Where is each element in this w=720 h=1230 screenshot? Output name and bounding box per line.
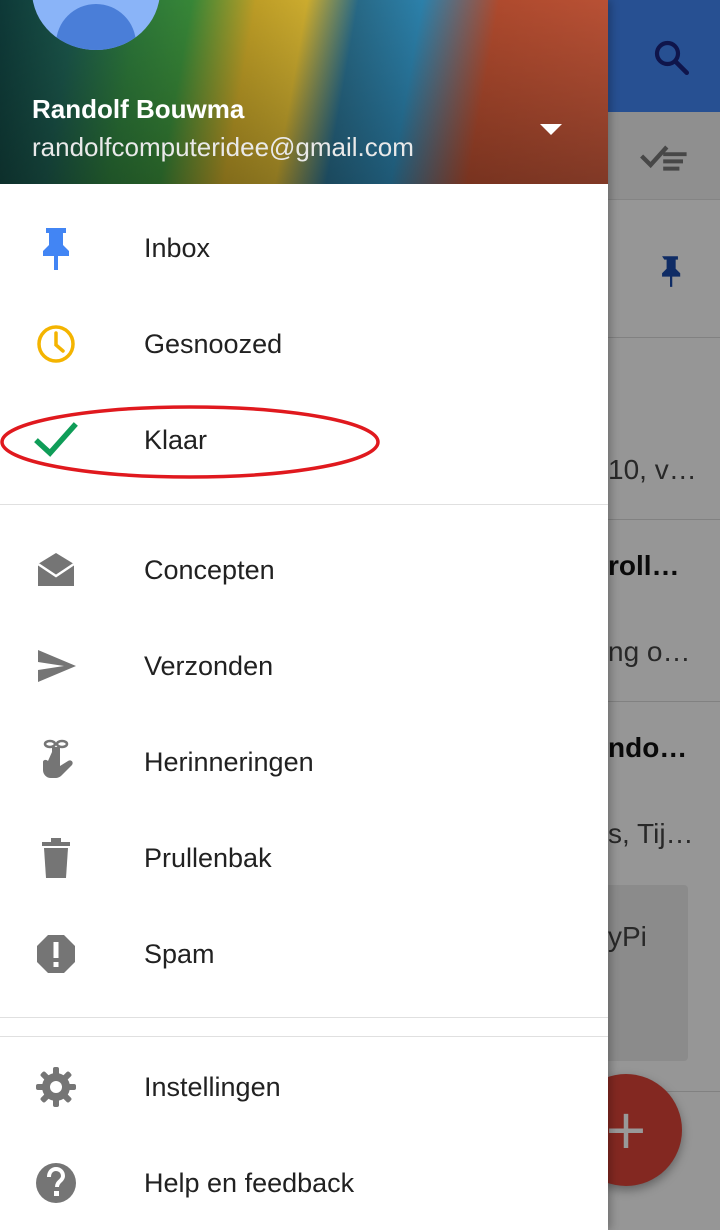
nav-label: Inbox: [144, 233, 211, 263]
divider: [0, 1017, 608, 1018]
account-email: randolfcomputeridee@gmail.com: [32, 132, 414, 162]
nav-item-settings[interactable]: Instellingen: [0, 1039, 608, 1135]
pin-icon: [43, 228, 69, 270]
trash-icon: [42, 838, 70, 878]
nav-label: Instellingen: [144, 1072, 281, 1102]
nav-item-sent[interactable]: Verzonden: [0, 618, 608, 714]
nav-label: Spam: [144, 939, 215, 969]
avatar-silhouette: [56, 4, 136, 50]
nav-item-spam[interactable]: Spam: [0, 906, 608, 1002]
nav-label: Herinneringen: [144, 747, 314, 777]
divider: [0, 1036, 608, 1037]
nav-item-reminders[interactable]: Herinneringen: [0, 714, 608, 810]
nav-item-snoozed[interactable]: Gesnoozed: [0, 296, 608, 392]
nav-label: Gesnoozed: [144, 329, 283, 359]
nav-item-trash[interactable]: Prullenbak: [0, 810, 608, 906]
drafts-icon: [37, 553, 75, 586]
account-header[interactable]: Randolf Bouwma randolfcomputeridee@gmail…: [0, 0, 608, 184]
send-icon: [38, 650, 76, 682]
nav-label: Concepten: [144, 555, 275, 585]
gear-icon: [36, 1067, 76, 1107]
dropdown-arrow-icon[interactable]: [536, 120, 566, 138]
navigation-drawer: Randolf Bouwma randolfcomputeridee@gmail…: [0, 0, 608, 1230]
help-icon: [36, 1163, 76, 1203]
nav-item-help[interactable]: Help en feedback: [0, 1135, 608, 1230]
spam-icon: [37, 935, 75, 973]
highlight-annotation: [0, 405, 380, 479]
account-name: Randolf Bouwma: [32, 94, 245, 124]
nav-label: Verzonden: [144, 651, 274, 681]
nav-item-drafts[interactable]: Concepten: [0, 522, 608, 618]
nav-item-inbox[interactable]: Inbox: [0, 200, 608, 296]
nav-label: Help en feedback: [144, 1168, 355, 1198]
nav-label: Prullenbak: [144, 843, 272, 873]
clock-icon: [37, 325, 75, 363]
divider: [0, 504, 608, 505]
reminder-icon: [43, 739, 73, 778]
